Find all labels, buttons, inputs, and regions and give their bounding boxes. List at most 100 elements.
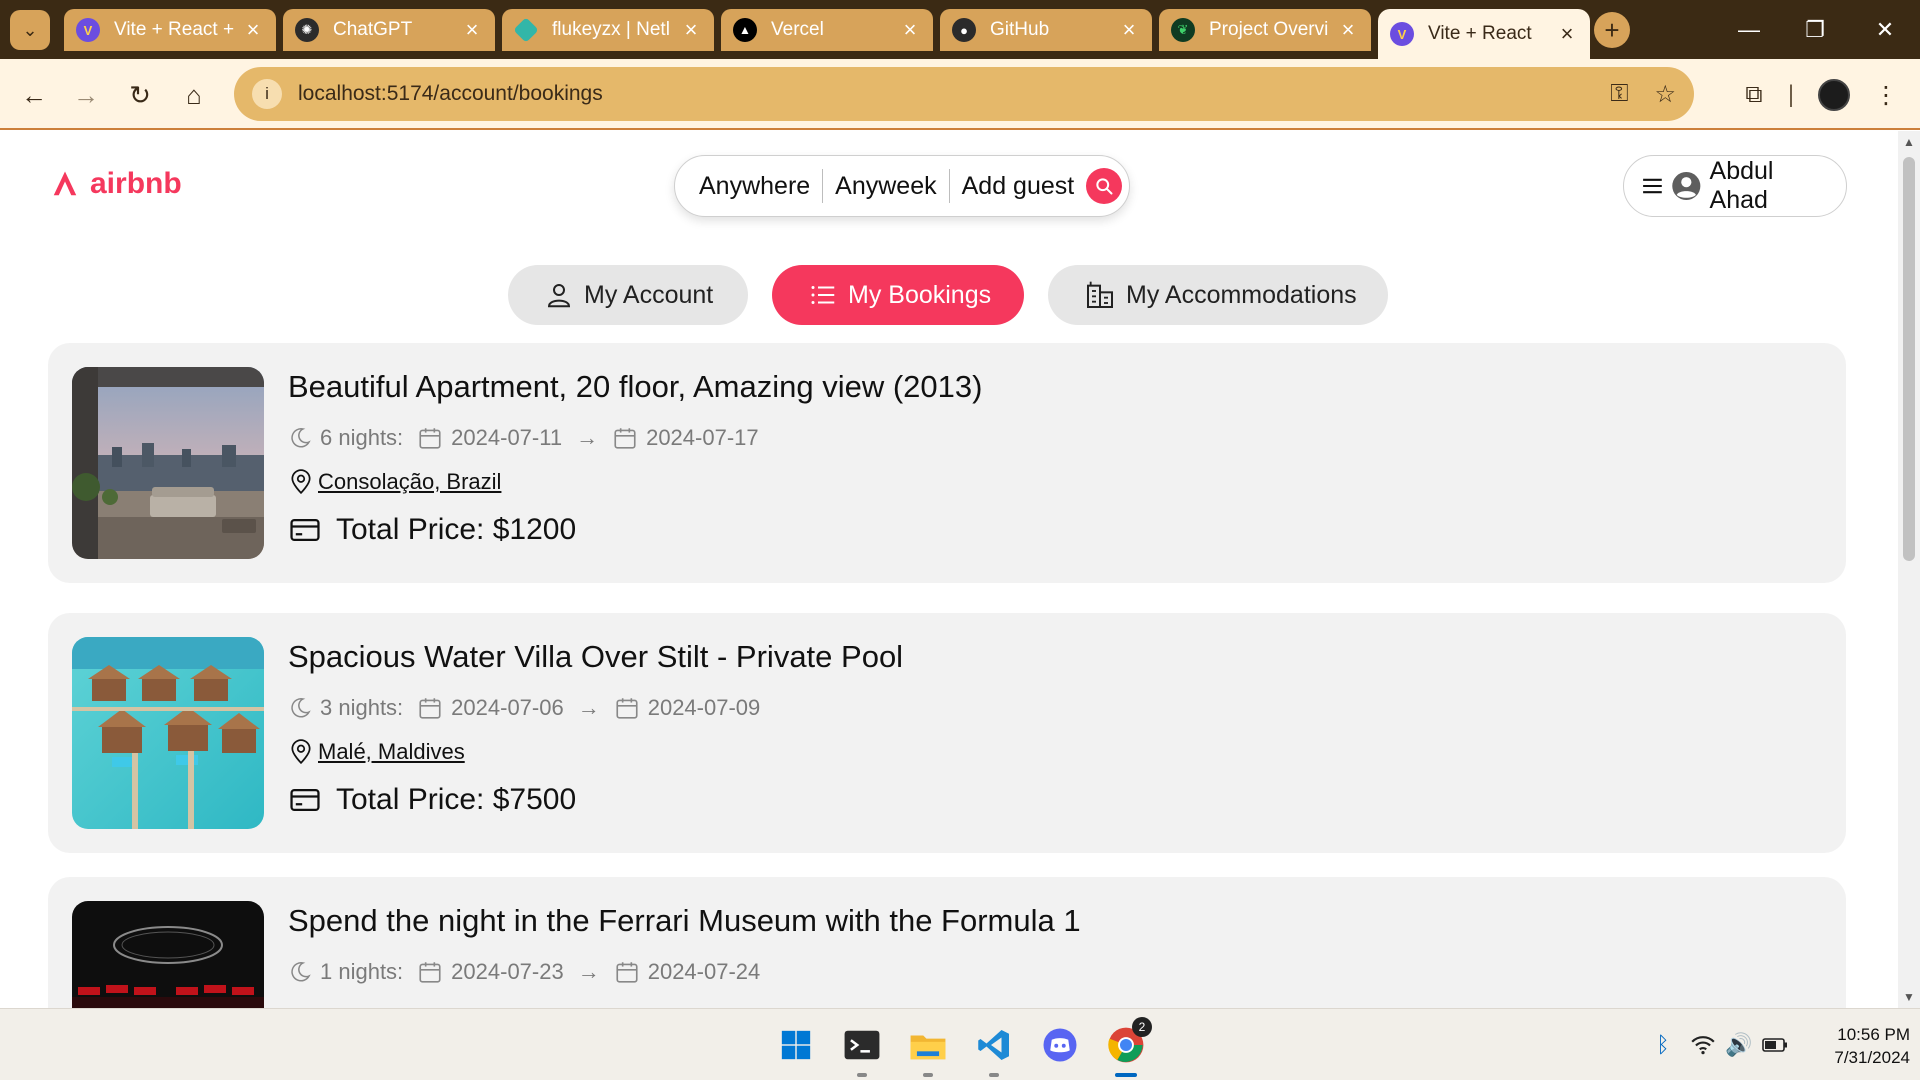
taskbar-terminal[interactable] <box>840 1023 884 1077</box>
discord-icon <box>1043 1028 1077 1062</box>
airbnb-logo[interactable]: airbnb <box>50 167 182 201</box>
booking-card[interactable]: Spacious Water Villa Over Stilt - Privat… <box>48 613 1846 853</box>
tab-my-account[interactable]: My Account <box>508 265 748 325</box>
search-icon <box>1096 178 1113 195</box>
browser-tab-5[interactable]: ● GitHub × <box>940 9 1152 51</box>
moon-icon <box>291 428 311 448</box>
ferrari-museum-photo <box>72 901 264 1008</box>
start-button[interactable] <box>774 1023 818 1067</box>
booking-title: Beautiful Apartment, 20 floor, Amazing v… <box>288 369 983 404</box>
browser-tab-3[interactable]: flukeyzx | Netl × <box>502 9 714 51</box>
apartment-photo <box>72 367 264 559</box>
running-indicator <box>923 1073 933 1077</box>
booking-photo[interactable] <box>72 367 264 559</box>
booking-check-in: 2024-07-11 <box>451 425 563 450</box>
tab-search-button[interactable]: ⌄ <box>10 10 50 50</box>
openai-icon: ✺ <box>295 18 319 42</box>
tab-my-accommodations[interactable]: My Accommodations <box>1048 265 1388 325</box>
star-icon[interactable]: ☆ <box>1654 80 1676 109</box>
extensions-button[interactable]: ⧉ <box>1734 75 1774 115</box>
home-button[interactable]: ⌂ <box>174 75 214 115</box>
scroll-down-icon[interactable]: ▼ <box>1898 990 1920 1004</box>
address-bar[interactable]: i localhost:5174/account/bookings ⚿ ☆ <box>234 67 1694 121</box>
close-icon[interactable]: × <box>461 19 483 41</box>
close-icon[interactable]: × <box>1556 23 1578 45</box>
bluetooth-icon[interactable]: ᛒ <box>1650 1029 1676 1061</box>
profile-avatar <box>1818 79 1850 111</box>
booking-location[interactable]: Consolação, Brazil <box>288 469 501 495</box>
tab-my-bookings[interactable]: My Bookings <box>772 265 1024 325</box>
site-info-icon[interactable]: i <box>252 79 282 109</box>
search-bar[interactable]: Anywhere Anyweek Add guest <box>674 155 1130 217</box>
puzzle-icon: ⧉ <box>1745 81 1763 108</box>
tab-title: GitHub <box>990 19 1050 40</box>
close-icon[interactable]: × <box>242 19 264 41</box>
search-button[interactable] <box>1086 168 1123 204</box>
logo-text: airbnb <box>90 167 182 200</box>
reload-button[interactable]: ↻ <box>120 75 160 115</box>
mongodb-icon: ❦ <box>1171 18 1195 42</box>
wifi-icon[interactable] <box>1688 1029 1718 1061</box>
booking-location-link[interactable]: Consolação, Brazil <box>318 469 501 495</box>
booking-card[interactable]: Spend the night in the Ferrari Museum wi… <box>48 877 1846 1008</box>
key-icon[interactable]: ⚿ <box>1610 80 1628 108</box>
system-clock[interactable]: 10:56 PM 7/31/2024 <box>1798 1023 1910 1069</box>
booking-card[interactable]: Beautiful Apartment, 20 floor, Amazing v… <box>48 343 1846 583</box>
battery-icon[interactable] <box>1760 1029 1790 1061</box>
booking-check-in: 2024-07-23 <box>451 959 564 984</box>
close-window-button[interactable]: ✕ <box>1862 12 1908 48</box>
taskbar-discord[interactable] <box>1038 1023 1082 1067</box>
booking-photo[interactable] <box>72 637 264 829</box>
vscode-icon <box>978 1030 1009 1060</box>
booking-location-link[interactable]: Malé, Maldives <box>318 739 465 765</box>
wifi-signal-icon <box>1691 1036 1715 1055</box>
browser-tab-1[interactable]: V Vite + React + × <box>64 9 276 51</box>
arrow-right-icon: → <box>73 79 99 110</box>
moon-icon <box>291 962 311 982</box>
user-menu-button[interactable]: Abdul Ahad <box>1623 155 1847 217</box>
browser-tab-active[interactable]: V Vite + React × <box>1378 9 1590 59</box>
volume-icon[interactable]: 🔊 <box>1724 1029 1754 1061</box>
back-button[interactable]: ← <box>14 75 54 115</box>
close-icon[interactable]: × <box>899 19 921 41</box>
home-icon: ⌂ <box>186 79 202 110</box>
taskbar-vscode[interactable] <box>972 1023 1016 1077</box>
list-icon <box>811 286 835 304</box>
restore-button[interactable]: ❐ <box>1792 12 1838 48</box>
map-pin-icon <box>291 739 311 765</box>
booking-total-price: Total Price: $1200 <box>336 513 577 546</box>
forward-button[interactable]: → <box>66 75 106 115</box>
close-icon[interactable]: × <box>1337 19 1359 41</box>
active-indicator <box>1115 1073 1137 1077</box>
booking-photo[interactable] <box>72 901 264 1008</box>
url-text[interactable]: localhost:5174/account/bookings <box>298 82 1584 106</box>
browser-tab-6[interactable]: ❦ Project Overvi × <box>1159 9 1371 51</box>
chevron-down-icon: ⌄ <box>22 19 38 40</box>
page-scrollbar[interactable]: ▲ ▼ <box>1898 131 1920 1008</box>
calendar-icon <box>419 962 441 983</box>
scroll-up-icon[interactable]: ▲ <box>1898 135 1920 149</box>
browser-tab-2[interactable]: ✺ ChatGPT × <box>283 9 495 51</box>
profile-button[interactable] <box>1814 75 1854 115</box>
taskbar-chrome[interactable]: 2 <box>1104 1017 1152 1077</box>
airbnb-logo-icon <box>53 171 77 196</box>
search-where[interactable]: Anywhere <box>699 172 810 201</box>
close-icon[interactable]: × <box>1118 19 1140 41</box>
search-guests[interactable]: Add guest <box>962 172 1075 201</box>
booking-location[interactable]: Malé, Maldives <box>288 739 465 765</box>
toolbar-divider: | <box>1787 81 1795 108</box>
browser-tab-4[interactable]: ▲ Vercel × <box>721 9 933 51</box>
close-icon[interactable]: × <box>680 19 702 41</box>
running-indicator <box>857 1073 867 1077</box>
booking-price: Total Price: $1200 <box>288 513 576 547</box>
booking-nights: 6 nights: <box>320 425 404 450</box>
calendar-icon <box>614 428 636 449</box>
search-when[interactable]: Anyweek <box>835 172 936 201</box>
tab-label: My Account <box>584 280 714 309</box>
taskbar-file-explorer[interactable] <box>906 1023 950 1077</box>
scrollbar-thumb[interactable] <box>1903 157 1915 561</box>
browser-menu-button[interactable]: ⋮ <box>1866 75 1906 115</box>
new-tab-button[interactable]: + <box>1594 12 1630 48</box>
minimize-button[interactable]: — <box>1726 12 1772 48</box>
user-icon <box>547 284 571 308</box>
